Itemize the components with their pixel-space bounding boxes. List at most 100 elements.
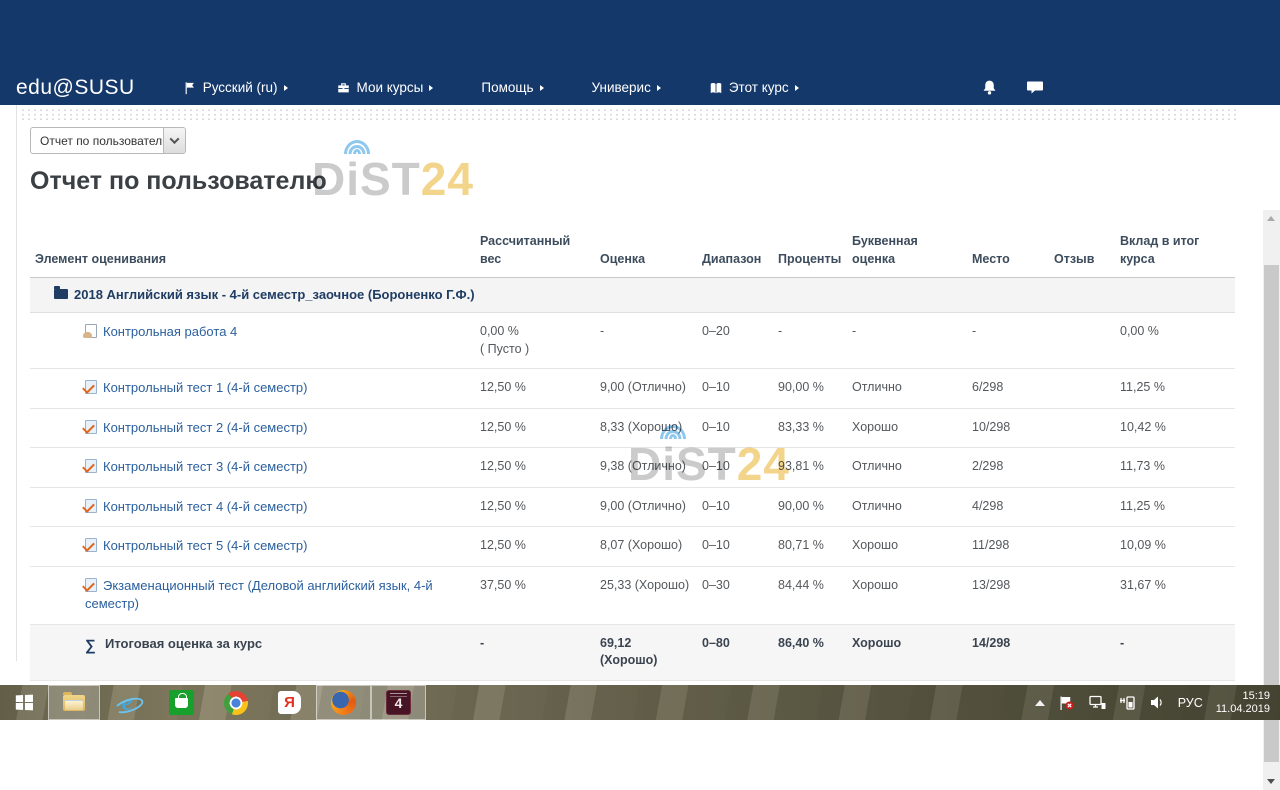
col-header-grade: Оценка	[600, 226, 702, 278]
cell-percent: 90,00 %	[778, 487, 852, 527]
nav-language-menu[interactable]: Русский (ru)	[183, 80, 288, 95]
clock-time: 15:19	[1242, 690, 1270, 702]
grade-report-table: Элемент оценивания Рассчитанный вес Оцен…	[30, 226, 1235, 681]
notifications-bell-icon[interactable]	[981, 79, 998, 96]
cell-letter: Хорошо	[852, 408, 972, 448]
wifi-arcs-icon	[342, 136, 372, 154]
scroll-down-arrow-icon[interactable]	[1267, 779, 1275, 784]
nav-item-label: Мои курсы	[357, 80, 424, 95]
cell-grade: -	[600, 313, 702, 369]
nav-item-label: Этот курс	[729, 80, 789, 95]
grade-item-link[interactable]: Контрольный тест 4 (4-й семестр)	[103, 499, 307, 514]
app-4-button[interactable]: 4	[371, 685, 426, 720]
folder-icon	[54, 289, 68, 299]
nav-my-courses-menu[interactable]: Мои курсы	[336, 80, 434, 95]
show-hidden-icons-arrow[interactable]	[1035, 700, 1045, 706]
quiz-icon	[85, 420, 97, 434]
cell-range: 0–10	[702, 487, 778, 527]
cell-grade: 69,12 (Хорошо)	[600, 624, 702, 680]
submenu-arrow-icon	[795, 85, 799, 91]
file-explorer-icon	[63, 695, 85, 711]
report-type-select[interactable]: Отчет по пользователю	[30, 127, 186, 154]
language-indicator[interactable]: РУС	[1178, 696, 1203, 710]
internet-explorer-button[interactable]: e	[100, 685, 154, 720]
nav-univeris-menu[interactable]: Универис	[592, 80, 661, 95]
windows-store-button[interactable]	[154, 685, 209, 720]
flag-icon	[183, 81, 197, 95]
select-dropdown-button[interactable]	[163, 128, 185, 153]
scroll-up-arrow-icon[interactable]	[1267, 216, 1275, 221]
assignment-icon	[85, 324, 97, 338]
action-center-flag-icon[interactable]	[1058, 695, 1075, 711]
book-icon	[709, 81, 723, 95]
yandex-browser-icon: Я	[278, 691, 301, 714]
cell-rank: 11/298	[972, 527, 1054, 567]
nav-item-label: Универис	[592, 80, 651, 95]
start-button[interactable]	[0, 685, 48, 720]
grade-item-row: Контрольный тест 1 (4-й семестр) 12,50 %…	[30, 369, 1235, 409]
grade-item-row: Контрольный тест 4 (4-й семестр) 12,50 %…	[30, 487, 1235, 527]
dist24-watermark: DiST24	[312, 152, 474, 206]
cell-feedback	[1054, 408, 1120, 448]
chrome-icon	[224, 691, 248, 715]
cell-feedback	[1054, 566, 1120, 624]
course-total-row: Итоговая оценка за курс - 69,12 (Хорошо)…	[30, 624, 1235, 680]
battery-icon[interactable]	[1119, 695, 1136, 710]
cell-range: 0–20	[702, 313, 778, 369]
cell-weight: 12,50 %	[480, 448, 600, 488]
col-header-weight: Рассчитанный вес	[480, 226, 600, 278]
cell-rank: 2/298	[972, 448, 1054, 488]
cell-range: 0–10	[702, 408, 778, 448]
col-header-item: Элемент оценивания	[30, 226, 480, 278]
cell-weight: 0,00 % ( Пусто )	[480, 313, 600, 369]
col-header-contribution: Вклад в итог курса	[1120, 226, 1235, 278]
chevron-down-icon	[170, 134, 180, 144]
submenu-arrow-icon	[429, 85, 433, 91]
grade-item-link[interactable]: Контрольный тест 2 (4-й семестр)	[103, 420, 307, 435]
table-header-row: Элемент оценивания Рассчитанный вес Оцен…	[30, 226, 1235, 278]
quiz-icon	[85, 578, 97, 592]
yandex-browser-button[interactable]: Я	[263, 685, 316, 720]
cell-feedback	[1054, 313, 1120, 369]
grade-item-link[interactable]: Контрольный тест 5 (4-й семестр)	[103, 538, 307, 553]
quiz-icon	[85, 538, 97, 552]
cell-grade: 8,33 (Хорошо)	[600, 408, 702, 448]
cell-letter: Хорошо	[852, 624, 972, 680]
cell-letter: Хорошо	[852, 566, 972, 624]
cell-grade: 9,00 (Отлично)	[600, 369, 702, 409]
cell-percent: 84,44 %	[778, 566, 852, 624]
clock[interactable]: 15:19 11.04.2019	[1216, 690, 1270, 716]
grade-item-link[interactable]: Экзаменационный тест (Деловой английский…	[85, 578, 433, 612]
file-explorer-button[interactable]	[48, 685, 100, 720]
cell-weight: -	[480, 624, 600, 680]
grade-item-link[interactable]: Контрольный тест 1 (4-й семестр)	[103, 380, 307, 395]
cell-contribution: 0,00 %	[1120, 313, 1235, 369]
app-4-icon: 4	[386, 690, 411, 715]
grade-item-link[interactable]: Контрольный тест 3 (4-й семестр)	[103, 459, 307, 474]
cell-weight: 12,50 %	[480, 408, 600, 448]
nav-item-label: Русский (ru)	[203, 80, 278, 95]
cell-grade: 9,00 (Отлично)	[600, 487, 702, 527]
site-logo[interactable]: edu@SUSU	[16, 76, 135, 100]
cell-grade: 8,07 (Хорошо)	[600, 527, 702, 567]
cell-letter: -	[852, 313, 972, 369]
chrome-button[interactable]	[209, 685, 263, 720]
nav-this-course-menu[interactable]: Этот курс	[709, 80, 799, 95]
cell-weight: 12,50 %	[480, 527, 600, 567]
briefcase-icon	[336, 81, 351, 95]
submenu-arrow-icon	[657, 85, 661, 91]
windows-taskbar: e Я 4 РУС 15:19 11.04.2019	[0, 685, 1280, 720]
grade-item-link[interactable]: Контрольная работа 4	[103, 324, 237, 339]
firefox-button[interactable]	[316, 685, 371, 720]
nav-help-menu[interactable]: Помощь	[481, 80, 543, 95]
report-select-value: Отчет по пользователю	[31, 128, 163, 153]
cell-feedback	[1054, 487, 1120, 527]
internet-explorer-icon: e	[115, 691, 139, 715]
cell-range: 0–10	[702, 448, 778, 488]
volume-speaker-icon[interactable]	[1149, 695, 1165, 710]
network-icon[interactable]	[1088, 695, 1106, 710]
messages-chat-icon[interactable]	[1026, 79, 1044, 96]
cell-range: 0–80	[702, 624, 778, 680]
cell-weight: 37,50 %	[480, 566, 600, 624]
cell-rank: 4/298	[972, 487, 1054, 527]
